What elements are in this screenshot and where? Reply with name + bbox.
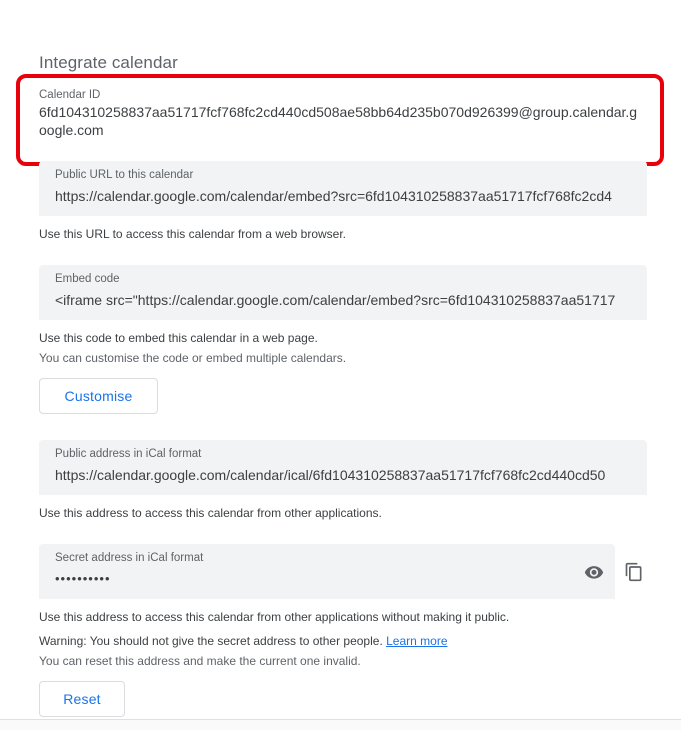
ical-secret-helper: Use this address to access this calendar… (39, 610, 510, 624)
embed-code-value[interactable]: <iframe src="https://calendar.google.com… (55, 291, 631, 309)
public-url-label: Public URL to this calendar (55, 169, 194, 181)
bottom-edge (0, 719, 681, 730)
learn-more-link[interactable]: Learn more (386, 634, 447, 648)
warning-text: Warning: You should not give the secret … (39, 634, 383, 648)
embed-code-field[interactable]: Embed code <iframe src="https://calendar… (39, 265, 647, 320)
section-title: Integrate calendar (39, 53, 178, 72)
ical-secret-label: Secret address in iCal format (55, 552, 204, 564)
ical-secret-value[interactable]: •••••••••• (55, 570, 599, 588)
embed-code-helper: Use this code to embed this calendar in … (39, 331, 318, 345)
calendar-id-value-line2: oogle.com (39, 122, 104, 138)
public-url-field[interactable]: Public URL to this calendar https://cale… (39, 161, 647, 216)
public-url-value[interactable]: https://calendar.google.com/calendar/emb… (55, 187, 631, 205)
calendar-id-value-line1: 6fd104310258837aa51717fcf768fc2cd440cd50… (39, 104, 638, 120)
copy-secret-copy-icon[interactable] (622, 560, 646, 584)
ical-secret-warning: Warning: You should not give the secret … (39, 634, 448, 648)
customise-button[interactable]: Customise (39, 378, 158, 414)
calendar-id-label: Calendar ID (39, 89, 101, 101)
ical-public-field[interactable]: Public address in iCal format https://ca… (39, 440, 647, 495)
public-url-helper: Use this URL to access this calendar fro… (39, 227, 347, 241)
reset-button[interactable]: Reset (39, 681, 125, 717)
ical-public-helper: Use this address to access this calendar… (39, 506, 382, 520)
ical-secret-reset-hint: You can reset this address and make the … (39, 654, 361, 668)
calendar-id-field: Calendar ID 6fd104310258837aa51717fcf768… (39, 89, 637, 139)
ical-public-value[interactable]: https://calendar.google.com/calendar/ica… (55, 466, 631, 484)
embed-code-customise-hint: You can customise the code or embed mult… (39, 351, 347, 365)
show-secret-eye-icon[interactable] (582, 560, 606, 584)
ical-secret-field[interactable]: Secret address in iCal format •••••••••• (39, 544, 615, 599)
ical-public-label: Public address in iCal format (55, 448, 202, 460)
embed-code-label: Embed code (55, 273, 120, 285)
